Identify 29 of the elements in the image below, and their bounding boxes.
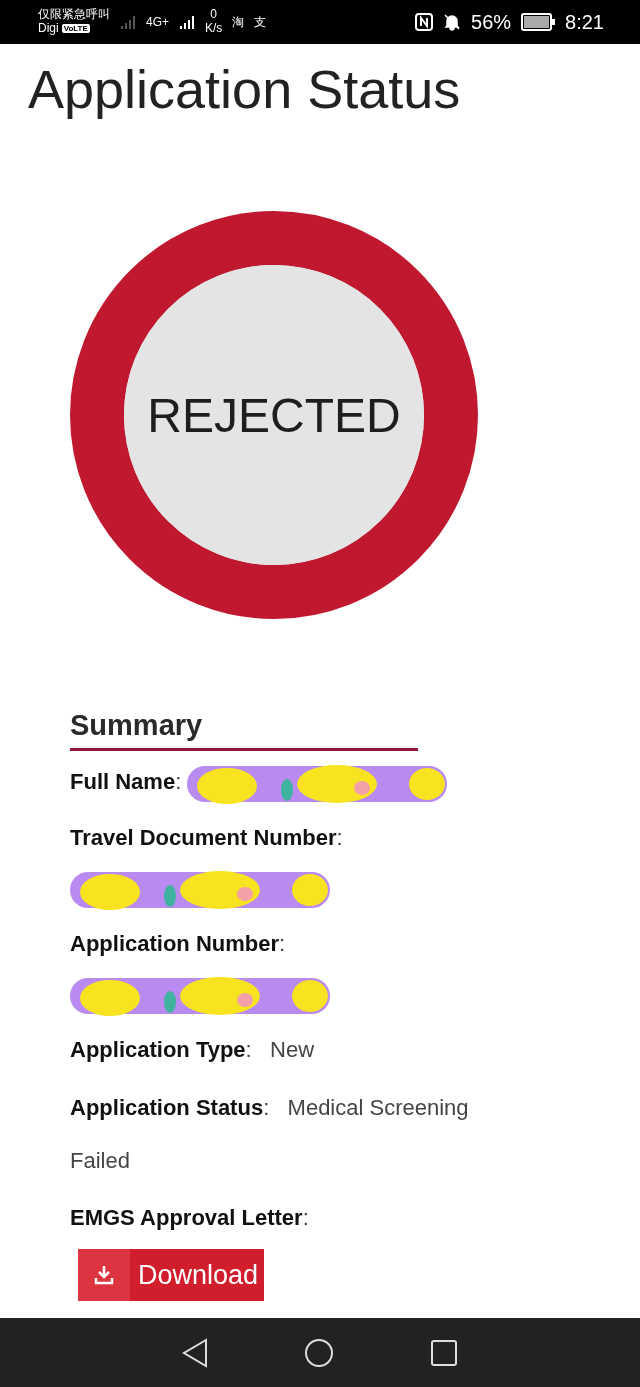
- carrier-notice: 仅限紧急呼叫: [38, 8, 110, 22]
- nfc-icon: [415, 13, 434, 31]
- field-text: Application Type: New: [70, 1037, 315, 1063]
- network-speed: 0: [210, 8, 218, 22]
- status-label: REJECTED: [147, 387, 401, 443]
- signal-icon: [120, 14, 136, 30]
- download-icon: [93, 1264, 115, 1287]
- section-heading: Summary: [70, 709, 418, 752]
- back-icon[interactable]: [182, 1337, 208, 1368]
- app-notification: 淘: [232, 13, 245, 31]
- download-button[interactable]: Download: [78, 1249, 265, 1302]
- carrier-name: Digi: [38, 22, 59, 36]
- speed-unit: K/s: [205, 22, 223, 36]
- clock: 8:21: [565, 10, 604, 34]
- field-text: Travel Document Number:: [70, 825, 343, 851]
- field-text: Application Status: Medical Screening Failed: [70, 1095, 470, 1174]
- muted-bell-icon: [443, 13, 462, 31]
- battery-icon: [521, 13, 556, 31]
- field-text: Full Name:: [70, 769, 182, 795]
- volte-badge: VoLTE: [61, 24, 90, 34]
- signal-icon: [179, 14, 195, 30]
- home-icon[interactable]: [304, 1337, 334, 1368]
- field-text: Application Number:: [70, 931, 286, 957]
- recents-icon[interactable]: [430, 1338, 458, 1367]
- field-text: EMGS Approval Letter:: [70, 1205, 309, 1231]
- page-title: Application Status: [28, 60, 462, 120]
- network-type: 4G+: [146, 15, 169, 29]
- battery-percent: 56%: [471, 10, 512, 34]
- app-notification: 支: [254, 13, 267, 31]
